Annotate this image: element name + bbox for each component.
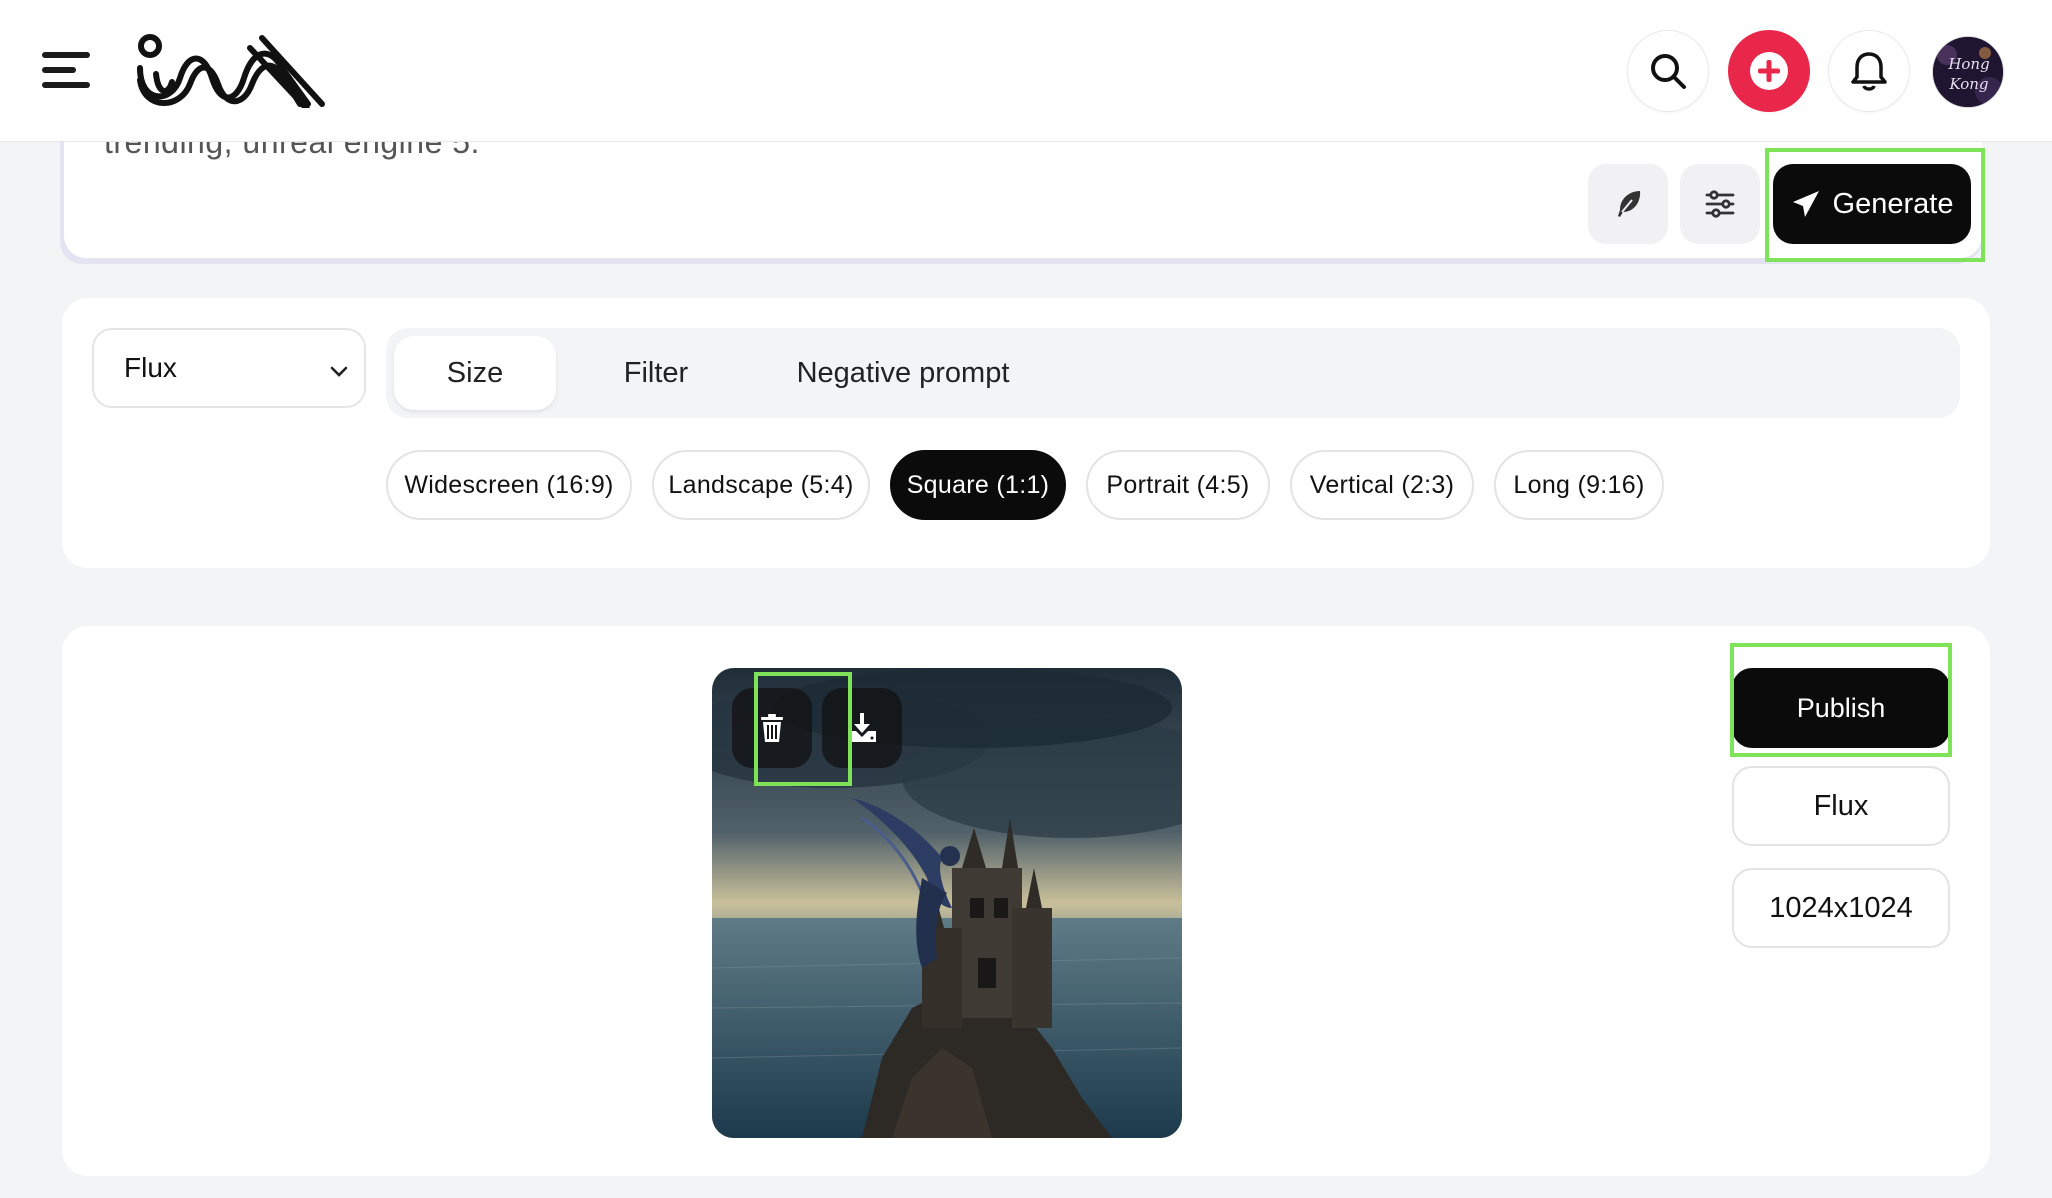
resolution-badge: 1024x1024 — [1732, 868, 1950, 948]
download-image-button[interactable] — [822, 688, 902, 768]
options-card: Flux Size Filter Negative prompt Widescr… — [62, 298, 1990, 568]
size-chip-portrait[interactable]: Portrait (4:5) — [1086, 450, 1270, 520]
search-button[interactable] — [1627, 30, 1709, 112]
avatar-text-line2: Kong — [1948, 75, 1988, 93]
feather-icon — [1618, 191, 1641, 217]
size-chip-square[interactable]: Square (1:1) — [890, 450, 1066, 520]
create-button[interactable] — [1728, 30, 1810, 112]
user-avatar[interactable]: Hong Kong — [1932, 36, 2004, 108]
tab-size[interactable]: Size — [394, 336, 556, 410]
style-button[interactable] — [1588, 164, 1668, 244]
tab-filter[interactable]: Filter — [586, 336, 726, 410]
generate-button[interactable]: Generate — [1773, 164, 1971, 244]
size-chip-long[interactable]: Long (9:16) — [1494, 450, 1664, 520]
model-select-value: Flux — [124, 352, 177, 383]
search-icon — [1651, 54, 1686, 89]
publish-button[interactable]: Publish — [1732, 668, 1950, 748]
ima-logo[interactable] — [132, 34, 326, 113]
model-select[interactable]: Flux — [92, 328, 366, 408]
notifications-button[interactable] — [1828, 30, 1910, 112]
avatar-text-line1: Hong — [1947, 55, 1989, 73]
result-card: Publish Flux 1024x1024 — [62, 626, 1990, 1176]
model-badge: Flux — [1732, 766, 1950, 846]
generate-label: Generate — [1832, 187, 1954, 220]
generated-image[interactable] — [712, 668, 1182, 1138]
size-chip-widescreen[interactable]: Widescreen (16:9) — [386, 450, 632, 520]
delete-image-button[interactable] — [732, 688, 812, 768]
tab-negative-prompt[interactable]: Negative prompt — [758, 336, 1048, 410]
trash-icon — [761, 714, 783, 742]
menu-icon[interactable] — [40, 48, 92, 92]
size-chip-vertical[interactable]: Vertical (2:3) — [1290, 450, 1474, 520]
download-icon — [848, 713, 876, 742]
top-header: Hong Kong — [0, 0, 2052, 142]
sliders-icon — [1705, 190, 1735, 218]
chevron-down-icon — [330, 366, 348, 377]
options-tabs: Size Filter Negative prompt — [386, 328, 1960, 418]
size-chip-landscape[interactable]: Landscape (5:4) — [652, 450, 870, 520]
send-icon — [1792, 191, 1819, 217]
bell-icon — [1851, 52, 1887, 91]
settings-button[interactable] — [1680, 164, 1760, 244]
plus-circle-icon — [1750, 52, 1788, 90]
